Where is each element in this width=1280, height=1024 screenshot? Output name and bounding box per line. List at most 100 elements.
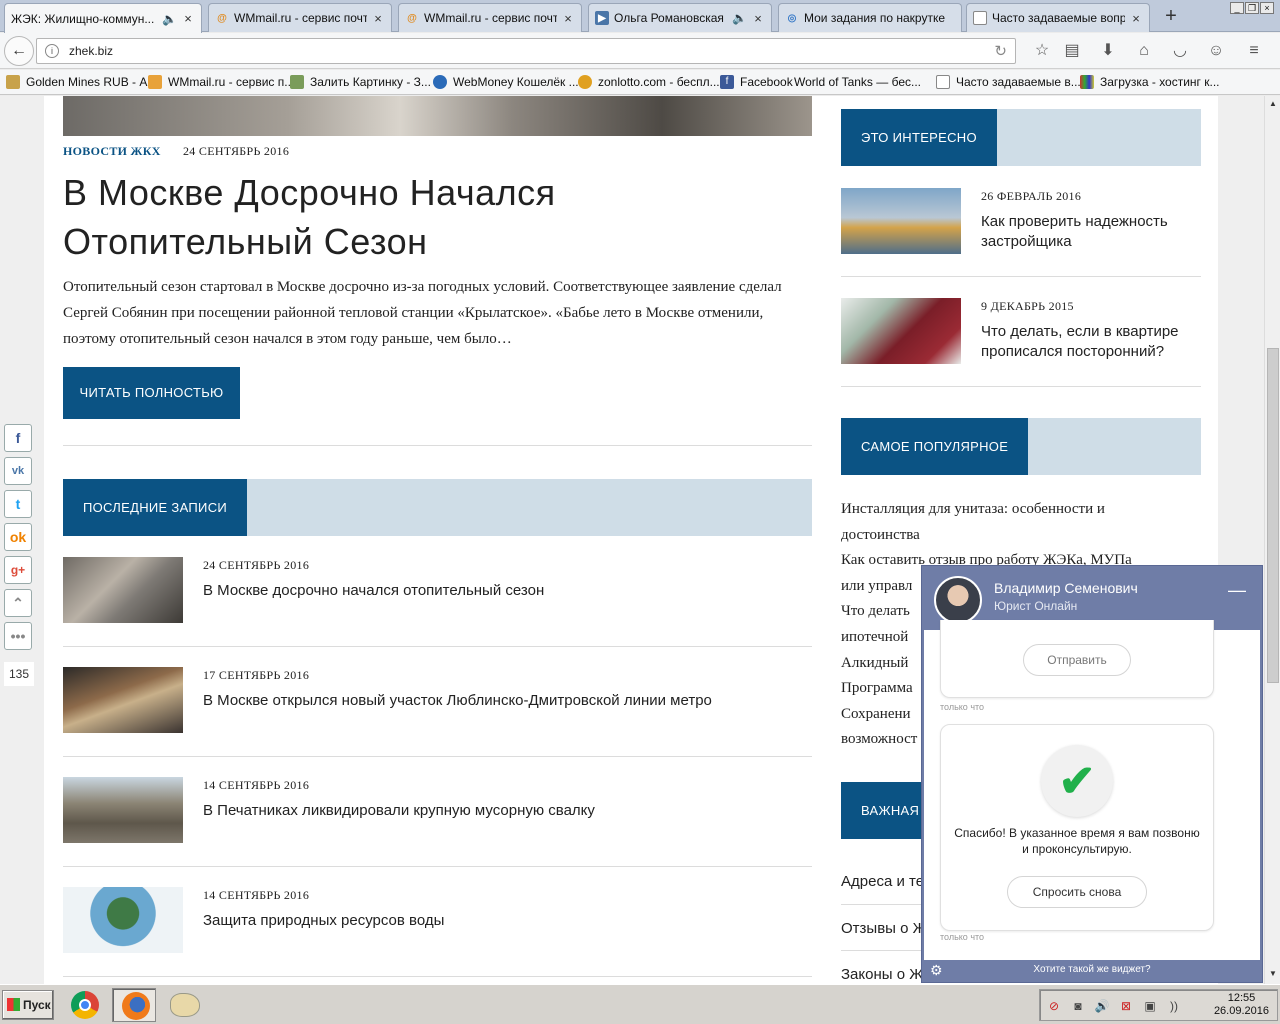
post-thumbnail[interactable] (63, 667, 183, 733)
network-icon[interactable]: ⊠ (1118, 998, 1134, 1014)
menu-icon[interactable]: ≡ (1244, 41, 1264, 61)
sidebar-thumbnail[interactable] (841, 298, 961, 364)
google-plus-share-icon[interactable]: g+ (4, 556, 32, 584)
chat-messages[interactable]: Отправить только что ✔ Спасибо! В указан… (924, 620, 1260, 960)
tab-strip: ЖЭК: Жилищно-коммун... 🔈 × @ WMmail.ru -… (0, 0, 1280, 33)
tab-wmmail-1[interactable]: @ WMmail.ru - сервис почт... × (208, 3, 392, 32)
odnoklassniki-share-icon[interactable]: ok (4, 523, 32, 551)
post-date: 14 СЕНТЯБРЬ 2016 (203, 888, 310, 902)
divider (63, 866, 812, 867)
smile-icon[interactable]: ☺ (1206, 41, 1226, 61)
shield-icon[interactable]: ◙ (1070, 998, 1086, 1014)
article-title[interactable]: В Москве Досрочно Начался Отопительный С… (63, 168, 803, 266)
post-title[interactable]: В Печатниках ликвидировали крупную мусор… (203, 802, 595, 819)
url-text[interactable]: zhek.biz (69, 44, 113, 58)
post-thumbnail[interactable] (63, 557, 183, 623)
bookmark-faq[interactable]: Часто задаваемые в... (936, 75, 1081, 89)
speaker-icon[interactable]: 🔈 (732, 11, 747, 25)
twitter-share-icon[interactable]: t (4, 490, 32, 518)
chrome-icon[interactable] (62, 988, 106, 1022)
article-hero-image[interactable] (63, 96, 812, 136)
reload-icon[interactable]: ↻ (994, 42, 1007, 60)
tab-olga[interactable]: ▶ Ольга Романовская ... 🔈 × (588, 3, 772, 32)
scroll-top-icon[interactable]: ⌃ (4, 589, 32, 617)
vk-share-icon[interactable]: vk (4, 457, 32, 485)
ask-again-button[interactable]: Спросить снова (1007, 876, 1147, 908)
start-button[interactable]: Пуск (2, 990, 54, 1020)
bookmark-zalit[interactable]: Залить Картинку - З... (290, 75, 431, 89)
sidebar-post-title[interactable]: Что делать, если в квартире прописался п… (981, 322, 1201, 362)
close-icon[interactable]: × (751, 11, 765, 26)
pocket-icon[interactable]: ◡ (1170, 41, 1190, 61)
back-button[interactable]: ← (4, 36, 34, 66)
wireless-icon[interactable]: )) (1166, 998, 1182, 1014)
url-bar[interactable]: i zhek.biz ↻ (36, 38, 1016, 64)
popular-link[interactable]: достоинства (841, 522, 1171, 548)
tab-faq[interactable]: Часто задаваемые вопр... × (966, 3, 1150, 32)
document-icon (936, 75, 950, 89)
page-scrollbar[interactable]: ▲ ▼ (1264, 96, 1280, 984)
clock[interactable]: 12:55 26.09.2016 (1214, 992, 1269, 1018)
reader-icon[interactable]: ▤ (1062, 41, 1082, 61)
bookmark-world-of-tanks[interactable]: World of Tanks — бес... (794, 75, 921, 89)
sidebar-post-title[interactable]: Как проверить надежность застройщика (981, 212, 1201, 252)
sidebar-thumbnail[interactable] (841, 188, 961, 254)
send-button[interactable]: Отправить (1023, 644, 1131, 676)
bookmark-facebook[interactable]: f Facebook (720, 75, 793, 89)
coin-icon (6, 75, 20, 89)
taskbar: Пуск ⊘ ◙ 🔊 ⊠ ▣ )) 12:55 26.09.2016 (0, 984, 1280, 1024)
divider (63, 445, 812, 446)
sidebar-post-date: 9 ДЕКАБРЬ 2015 (981, 299, 1074, 313)
facebook-share-icon[interactable]: f (4, 424, 32, 452)
bookmark-zonlotto[interactable]: zonlotto.com - беспл... (578, 75, 720, 89)
bookmark-webmoney[interactable]: WebMoney Кошелёк ... (433, 75, 579, 89)
bookmark-hosting[interactable]: Загрузка - хостинг к... (1080, 75, 1220, 89)
home-icon[interactable]: ⌂ (1134, 41, 1154, 61)
minimize-icon[interactable]: — (1228, 580, 1246, 601)
close-icon[interactable]: × (1129, 11, 1143, 26)
widget-promo-link[interactable]: Хотите такой же виджет? (922, 964, 1262, 975)
tab-label: WMmail.ru - сервис почт... (424, 11, 557, 25)
star-icon[interactable]: ☆ (1032, 41, 1052, 61)
monitor-icon[interactable]: ▣ (1142, 998, 1158, 1014)
close-icon[interactable]: × (371, 11, 385, 26)
tab-tasks[interactable]: ◎ Мои задания по накрутке (778, 3, 962, 32)
restore-window-button[interactable]: ❐ (1245, 2, 1259, 14)
post-title[interactable]: Защита природных ресурсов воды (203, 912, 444, 929)
new-tab-button[interactable]: + (1158, 6, 1184, 28)
popular-link[interactable]: Инсталляция для унитаза: особенности и (841, 496, 1171, 522)
bookmark-label: WMmail.ru - сервис п... (168, 75, 295, 89)
paint-icon[interactable] (162, 988, 206, 1022)
tab-zhek[interactable]: ЖЭК: Жилищно-коммун... 🔈 × (4, 3, 202, 33)
bookmark-wmmail[interactable]: WMmail.ru - сервис п... (148, 75, 294, 89)
post-title[interactable]: В Москве открылся новый участок Люблинск… (203, 692, 712, 709)
volume-icon[interactable]: 🔊 (1094, 998, 1110, 1014)
system-tray: ⊘ ◙ 🔊 ⊠ ▣ )) 12:55 26.09.2016 (1039, 989, 1278, 1021)
scroll-up-icon[interactable]: ▲ (1266, 96, 1280, 112)
speaker-icon[interactable]: 🔈 (162, 12, 177, 26)
firefox-icon[interactable] (112, 988, 156, 1022)
divider (63, 646, 812, 647)
tab-wmmail-2[interactable]: @ WMmail.ru - сервис почт... × (398, 3, 582, 32)
more-share-icon[interactable]: ••• (4, 622, 32, 650)
wmmail-icon: @ (407, 12, 417, 24)
bookmark-golden-mines[interactable]: Golden Mines RUB - А... (6, 75, 157, 89)
close-icon[interactable]: × (561, 11, 575, 26)
divider (841, 276, 1201, 277)
scroll-down-icon[interactable]: ▼ (1266, 966, 1280, 982)
chat-widget: Владимир Семенович Юрист Онлайн — Отправ… (921, 565, 1263, 983)
info-icon[interactable]: i (45, 44, 59, 58)
close-window-button[interactable]: × (1260, 2, 1274, 14)
interesting-header: ЭТО ИНТЕРЕСНО (841, 109, 1201, 166)
post-thumbnail[interactable] (63, 887, 183, 953)
antivirus-icon[interactable]: ⊘ (1046, 998, 1062, 1014)
close-icon[interactable]: × (181, 11, 195, 26)
start-label: Пуск (23, 998, 51, 1012)
download-icon[interactable]: ⬇ (1098, 41, 1118, 61)
minimize-window-button[interactable]: _ (1230, 2, 1244, 14)
scrollbar-thumb[interactable] (1267, 348, 1279, 683)
article-category[interactable]: НОВОСТИ ЖКХ (63, 144, 161, 159)
read-more-button[interactable]: ЧИТАТЬ ПОЛНОСТЬЮ (63, 367, 240, 419)
post-thumbnail[interactable] (63, 777, 183, 843)
post-title[interactable]: В Москве досрочно начался отопительный с… (203, 582, 544, 599)
